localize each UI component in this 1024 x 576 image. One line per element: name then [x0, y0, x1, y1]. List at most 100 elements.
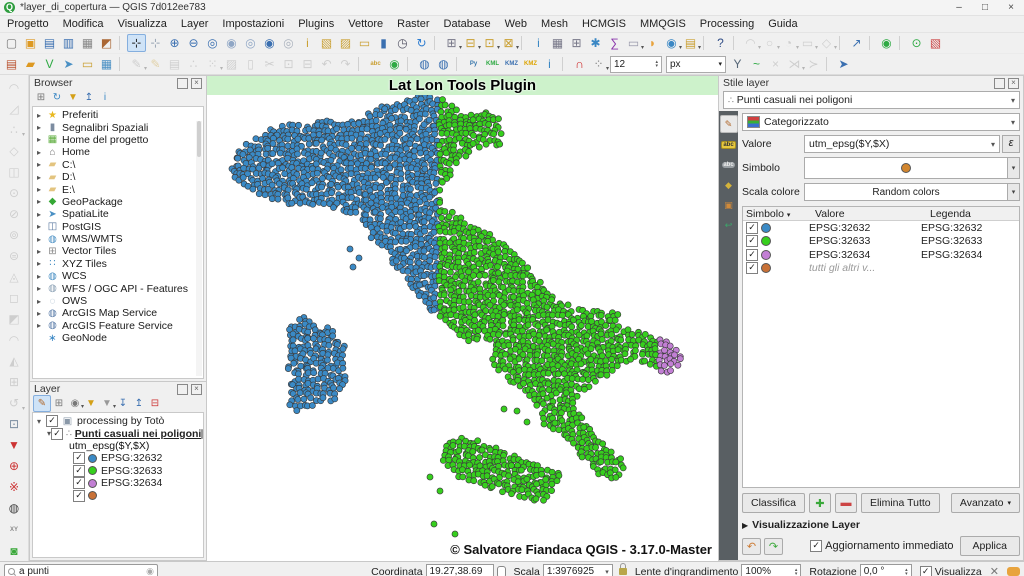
classify-button[interactable]: Classifica: [742, 493, 805, 513]
legend-class-row[interactable]: EPSG:32634: [33, 477, 203, 489]
browser-item-d-[interactable]: ▸▰D:\: [33, 171, 203, 183]
copy-features-icon[interactable]: ⊡: [279, 55, 298, 73]
split-features-icon[interactable]: ◭: [4, 352, 24, 371]
tab-symbology[interactable]: ✎: [720, 115, 738, 133]
browser-item-segnalibri-spaziali[interactable]: ▸▮Segnalibri Spaziali: [33, 121, 203, 133]
lock-scale-icon[interactable]: [619, 568, 627, 575]
redo-style-button[interactable]: ↷: [764, 538, 783, 555]
properties-widget-icon[interactable]: i: [97, 90, 113, 105]
browser-item-e-[interactable]: ▸▰E:\: [33, 183, 203, 195]
category-checkbox[interactable]: [746, 222, 758, 234]
kmz-export-icon[interactable]: KMZ: [502, 55, 521, 73]
project-new-icon[interactable]: ▢: [2, 34, 21, 52]
lat-lon-capture-icon[interactable]: ▼: [4, 436, 24, 455]
toggle-editing-icon[interactable]: ✎: [146, 55, 165, 73]
messages-icon[interactable]: [1007, 567, 1020, 576]
python-console-icon[interactable]: Py: [464, 55, 483, 73]
close-icon[interactable]: ×: [191, 78, 202, 89]
expand-arrow-icon[interactable]: ▸: [37, 123, 46, 132]
mouse-position-icon[interactable]: [497, 566, 506, 576]
web-map-globe-icon[interactable]: ◍: [4, 499, 24, 518]
zoom-out-icon[interactable]: ⊖: [184, 34, 203, 52]
collapse-all-icon[interactable]: ↥: [131, 396, 147, 411]
browser-item-xyz-tiles[interactable]: ▸∷XYZ Tiles: [33, 258, 203, 270]
self-snapping-icon[interactable]: ≻: [804, 55, 823, 73]
snapping-options-icon[interactable]: ⁘▾: [589, 55, 608, 73]
color-ramp-combo[interactable]: Random colors: [804, 183, 1008, 201]
browser-item-home-del-progetto[interactable]: ▸▦Home del progetto: [33, 134, 203, 146]
digitize-curve-icon[interactable]: ◠▾: [741, 34, 760, 52]
copy-canvas-icon[interactable]: ⊡: [4, 415, 24, 434]
select-features-icon[interactable]: ▧: [317, 34, 336, 52]
current-edits-icon[interactable]: ✎▾: [127, 55, 146, 73]
zoom-next-icon[interactable]: ◎: [279, 34, 298, 52]
render-checkbox[interactable]: [920, 566, 932, 576]
layout-manager-icon[interactable]: ⊟▾: [461, 34, 480, 52]
category-row[interactable]: EPSG:32633EPSG:32633: [743, 235, 1019, 249]
project-save-as-icon[interactable]: ▥: [59, 34, 78, 52]
rotate-feature-icon[interactable]: ⊙: [4, 183, 24, 202]
undo-icon[interactable]: ↶: [317, 55, 336, 73]
expand-arrow-icon[interactable]: ▸: [37, 259, 46, 268]
browser-item-wms-wmts[interactable]: ▸◍WMS/WMTS: [33, 233, 203, 245]
filter-by-expression-icon[interactable]: ▼▾: [99, 396, 115, 411]
expand-arrow-icon[interactable]: ▸: [37, 284, 46, 293]
move-feature-icon[interactable]: ◇: [4, 141, 24, 160]
search-layers-icon[interactable]: ▧: [926, 34, 945, 52]
browser-item-preferiti[interactable]: ▸★Preferiti: [33, 109, 203, 121]
save-layer-edits-icon[interactable]: ▤: [165, 55, 184, 73]
snap-on-intersection-icon[interactable]: ⋊▾: [785, 55, 804, 73]
point-symbol-tools-icon[interactable]: ∴▾: [4, 120, 24, 139]
remove-category-button[interactable]: ▬: [835, 493, 857, 513]
class-checkbox[interactable]: [73, 465, 85, 477]
snap-tolerance[interactable]: 12▴▾: [610, 56, 662, 73]
expand-arrow-icon[interactable]: ▸: [37, 272, 46, 281]
multi-zoom-icon[interactable]: ※: [4, 478, 24, 497]
layer-rendering-section[interactable]: ▶ Visualizzazione Layer: [742, 519, 1020, 531]
undock-icon[interactable]: [177, 384, 188, 395]
snapping-toggle-icon[interactable]: ∩: [570, 55, 589, 73]
rotate-point-symbols-icon[interactable]: ↺▾: [4, 394, 24, 413]
add-delimited-text-icon[interactable]: ▭: [78, 55, 97, 73]
zoom-in-icon[interactable]: ⊕: [165, 34, 184, 52]
symbol-menu-button[interactable]: ▾: [1008, 157, 1020, 179]
clear-search-icon[interactable]: ◉: [146, 566, 154, 576]
legend-class-row[interactable]: [33, 489, 203, 501]
delete-selected-icon[interactable]: ▯: [241, 55, 260, 73]
browser-item-c-[interactable]: ▸▰C:\: [33, 159, 203, 171]
pan-map-icon[interactable]: ⊹: [127, 34, 146, 52]
metasearch-icon[interactable]: ◍: [415, 55, 434, 73]
attribute-table-icon[interactable]: ▦: [548, 34, 567, 52]
fill-ring-icon[interactable]: ◬: [4, 267, 24, 286]
open-layer-styling-icon[interactable]: ✎: [33, 395, 51, 412]
expand-arrow-icon[interactable]: ▸: [37, 309, 46, 318]
category-row[interactable]: EPSG:32632EPSG:32632: [743, 221, 1019, 235]
maximize-button[interactable]: □: [972, 0, 998, 15]
tab-diagrams[interactable]: ▣: [721, 197, 737, 213]
tab-labels[interactable]: abc: [721, 137, 737, 153]
menu-processing[interactable]: Processing: [693, 18, 761, 30]
browser-item-geopackage[interactable]: ▸◆GeoPackage: [33, 196, 203, 208]
apply-button[interactable]: Applica: [960, 536, 1020, 556]
browser-item-postgis[interactable]: ▸◫PostGIS: [33, 221, 203, 233]
collapse-all-icon[interactable]: ↥: [81, 90, 97, 105]
menu-database[interactable]: Database: [437, 18, 498, 30]
undock-icon[interactable]: [177, 78, 188, 89]
merge-features-icon[interactable]: ⊞: [4, 373, 24, 392]
identify-features-icon[interactable]: i: [298, 34, 317, 52]
add-ring-icon[interactable]: ⊚: [4, 225, 24, 244]
map-canvas[interactable]: Lat Lon Tools Plugin © Salvatore Fiandac…: [207, 75, 718, 561]
modify-attributes-icon[interactable]: ▨: [222, 55, 241, 73]
new-shapefile-layer-icon[interactable]: V: [40, 55, 59, 73]
manage-map-themes-icon[interactable]: ◉▾: [67, 396, 83, 411]
expand-arrow-icon[interactable]: ▸: [37, 297, 46, 306]
browser-item-home[interactable]: ▸⌂Home: [33, 146, 203, 158]
add-mesh-layer-icon[interactable]: ▦: [97, 55, 116, 73]
style-manager-icon[interactable]: ◩: [97, 34, 116, 52]
shape-circle-icon[interactable]: ○▾: [760, 34, 779, 52]
expand-arrow-icon[interactable]: ▸: [37, 321, 46, 330]
project-open-icon[interactable]: ▣: [21, 34, 40, 52]
layer-group-row[interactable]: ▾ ▣ processing by Totò: [33, 415, 203, 427]
expand-arrow-icon[interactable]: ▸: [37, 135, 46, 144]
tab-masks[interactable]: abc: [721, 157, 737, 173]
